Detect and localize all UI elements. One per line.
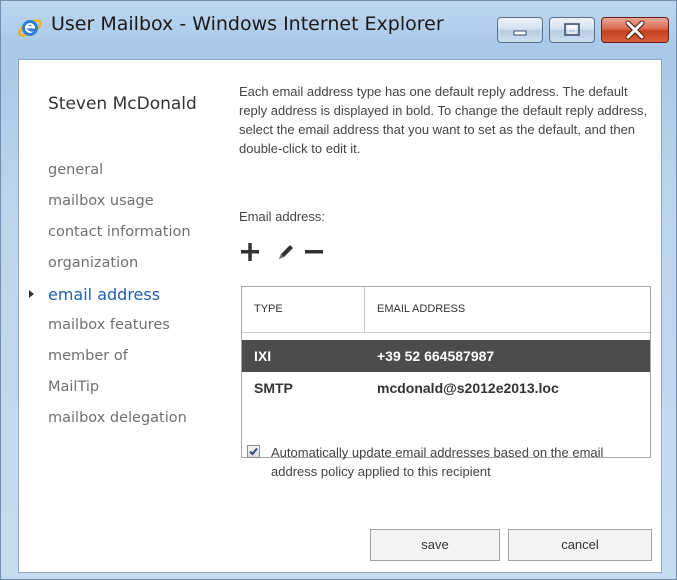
mailbox-dialog: Steven McDonald general mailbox usage co… <box>18 59 662 573</box>
column-divider <box>364 287 365 332</box>
title-bar[interactable]: User Mailbox - Windows Internet Explorer <box>1 1 676 51</box>
nav-item-label: general <box>48 162 104 178</box>
nav-item-mailbox-features[interactable]: mailbox features <box>48 310 230 341</box>
cell-type: SMTP <box>254 380 293 396</box>
close-button[interactable] <box>601 17 669 43</box>
nav-item-contact-information[interactable]: contact information <box>48 217 230 248</box>
internet-explorer-icon <box>18 19 42 37</box>
email-address-label: Email address: <box>239 209 325 224</box>
nav-item-mailtip[interactable]: MailTip <box>48 372 230 403</box>
cell-email-address: mcdonald@s2012e2013.loc <box>377 380 559 396</box>
minimize-icon <box>513 30 527 36</box>
nav-item-member-of[interactable]: member of <box>48 341 230 372</box>
table-row[interactable]: IXI +39 52 664587987 <box>242 340 650 372</box>
nav-item-label: mailbox features <box>48 317 170 333</box>
section-nav: general mailbox usage contact informatio… <box>29 155 230 434</box>
selected-arrow-icon <box>29 290 34 298</box>
nav-item-label: member of <box>48 348 128 364</box>
minimize-button[interactable] <box>497 17 543 43</box>
minus-icon[interactable] <box>302 240 326 264</box>
pencil-icon[interactable] <box>273 240 297 264</box>
nav-item-label: contact information <box>48 224 191 240</box>
auto-update-label[interactable]: Automatically update email addresses bas… <box>271 443 651 481</box>
nav-item-label: MailTip <box>48 379 100 395</box>
maximize-button[interactable] <box>549 17 595 43</box>
nav-item-general[interactable]: general <box>48 155 230 186</box>
save-button[interactable]: save <box>370 529 500 561</box>
table-header: TYPE EMAIL ADDRESS <box>242 287 650 333</box>
table-row[interactable]: SMTP mcdonald@s2012e2013.loc <box>242 372 650 404</box>
nav-item-label: organization <box>48 255 139 271</box>
email-address-table: TYPE EMAIL ADDRESS IXI +39 52 664587987 … <box>241 286 651 458</box>
window-title: User Mailbox - Windows Internet Explorer <box>51 13 444 35</box>
nav-item-label: mailbox usage <box>48 193 154 209</box>
cell-type: IXI <box>254 348 272 364</box>
auto-update-checkbox[interactable] <box>247 445 260 458</box>
plus-icon[interactable] <box>238 240 262 264</box>
nav-item-organization[interactable]: organization <box>48 248 230 279</box>
column-header-type[interactable]: TYPE <box>254 303 283 315</box>
column-header-email-address[interactable]: EMAIL ADDRESS <box>377 303 465 315</box>
checkmark-icon <box>249 447 258 456</box>
help-text: Each email address type has one default … <box>239 84 648 156</box>
nav-item-email-address[interactable]: email address <box>29 279 230 310</box>
maximize-icon <box>564 23 580 36</box>
nav-item-mailbox-delegation[interactable]: mailbox delegation <box>48 403 230 434</box>
cancel-button[interactable]: cancel <box>508 529 652 561</box>
nav-item-label: email address <box>48 285 161 304</box>
close-icon <box>625 20 645 40</box>
nav-item-mailbox-usage[interactable]: mailbox usage <box>48 186 230 217</box>
nav-item-label: mailbox delegation <box>48 410 187 426</box>
user-display-name: Steven McDonald <box>48 94 197 114</box>
browser-window: User Mailbox - Windows Internet Explorer… <box>0 0 677 580</box>
cell-email-address: +39 52 664587987 <box>377 348 495 364</box>
